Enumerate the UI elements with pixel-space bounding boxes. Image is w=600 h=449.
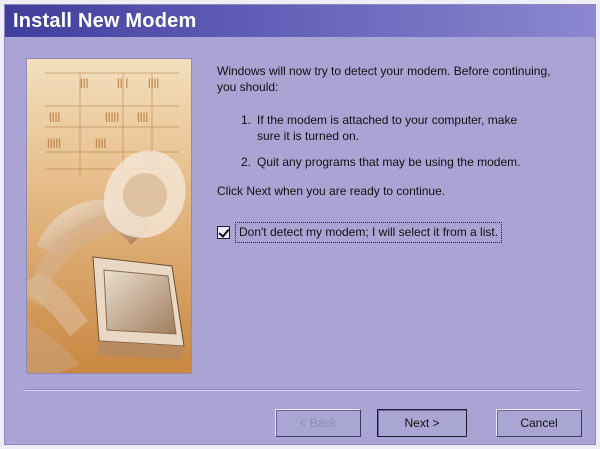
cancel-button[interactable]: Cancel: [496, 409, 582, 437]
modem-illustration-graphic: ||| || | |||| |||| ||||| |||| ||||| ||||: [27, 59, 191, 373]
dialog-divider: [23, 389, 581, 391]
back-button[interactable]: < Back: [275, 409, 361, 437]
dialog-content: Windows will now try to detect your mode…: [217, 63, 577, 243]
svg-text:||||: ||||: [95, 138, 106, 149]
install-new-modem-window: Install New Modem ||| || | |||| |||| |||…: [4, 4, 596, 445]
svg-text:|||||: |||||: [47, 138, 61, 149]
next-button[interactable]: Next >: [377, 409, 467, 437]
manual-selection-label[interactable]: Don't detect my modem; I will select it …: [234, 222, 503, 243]
svg-text:||||: ||||: [148, 78, 159, 89]
window-title-bar: Install New Modem: [5, 5, 595, 37]
instruction-number: 2.: [241, 155, 252, 169]
svg-text:|||||: |||||: [105, 112, 119, 123]
svg-text:||||: ||||: [49, 112, 60, 123]
manual-modem-selection-option[interactable]: Don't detect my modem; I will select it …: [217, 222, 577, 243]
svg-text:|| |: || |: [117, 78, 128, 89]
instruction-number: 1.: [241, 113, 252, 127]
back-button-label: < Back: [299, 416, 337, 430]
instruction-step: 2. Quit any programs that may be using t…: [241, 154, 577, 170]
instruction-text: Quit any programs that may be using the …: [257, 155, 521, 169]
svg-text:|||: |||: [80, 78, 89, 89]
continue-hint: Click Next when you are ready to continu…: [217, 184, 446, 198]
svg-text:||||: ||||: [137, 112, 148, 123]
intro-text: Windows will now try to detect your mode…: [217, 64, 551, 94]
instructions-list: 1. If the modem is attached to your comp…: [241, 112, 577, 170]
instruction-step: 1. If the modem is attached to your comp…: [241, 112, 577, 144]
window-title: Install New Modem: [13, 10, 197, 32]
checkbox-checked-icon[interactable]: [217, 226, 230, 239]
next-button-label: Next >: [404, 416, 440, 430]
cancel-button-label: Cancel: [520, 416, 558, 430]
modem-illustration: ||| || | |||| |||| ||||| |||| ||||| ||||: [26, 58, 192, 374]
instruction-text: If the modem is attached to your compute…: [257, 113, 518, 143]
